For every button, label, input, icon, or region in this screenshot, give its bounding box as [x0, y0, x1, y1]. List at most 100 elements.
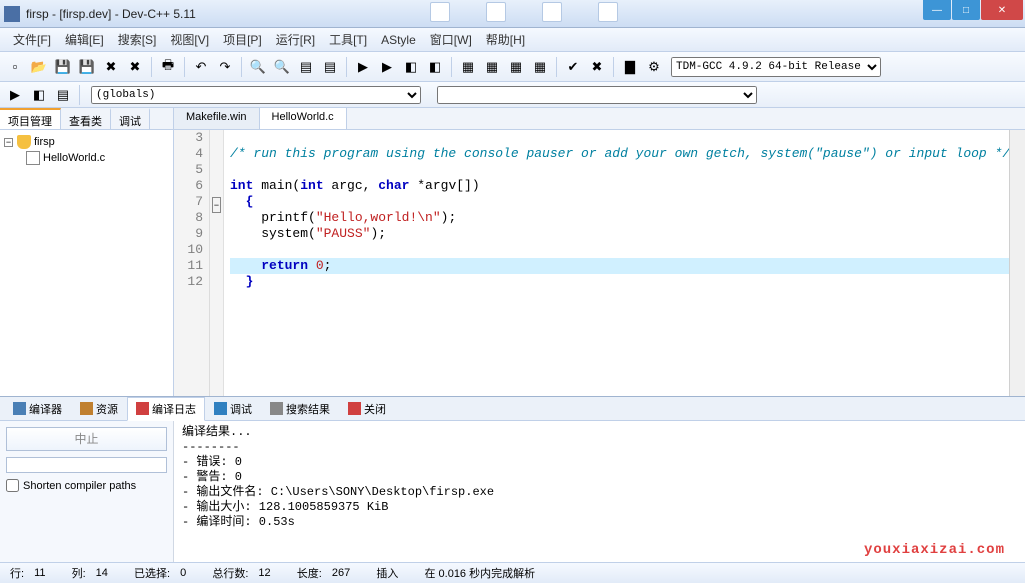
left-tab[interactable]: 查看类 — [61, 108, 111, 129]
scope-select[interactable]: (globals) — [91, 86, 421, 104]
project-icon — [17, 135, 31, 149]
code-editor[interactable]: 3456789101112 − /* run this program usin… — [174, 130, 1025, 396]
toolbar-scope: ▶ ◧ ▤ (globals) — [0, 82, 1025, 108]
project-name: firsp — [34, 136, 55, 148]
check-icon[interactable]: ✔ — [562, 56, 584, 78]
scope-icon-3[interactable]: ▤ — [52, 84, 74, 106]
tab-icon — [80, 402, 93, 415]
app-icon — [4, 6, 20, 22]
shorten-checkbox-input[interactable] — [6, 479, 19, 492]
redo-icon[interactable]: ↷ — [214, 56, 236, 78]
bottom-tab[interactable]: 关闭 — [339, 397, 395, 421]
clean-icon[interactable]: ▦ — [529, 56, 551, 78]
debug-icon[interactable]: ▦ — [457, 56, 479, 78]
scrollbar-vertical[interactable] — [1009, 130, 1025, 396]
chart-icon[interactable]: ▇ — [619, 56, 641, 78]
scope-icon-1[interactable]: ▶ — [4, 84, 26, 106]
bottom-panel: 编译器资源编译日志调试搜索结果关闭 中止 Shorten compiler pa… — [0, 396, 1025, 562]
status-line: 11 — [30, 567, 49, 579]
menu-item[interactable]: 窗口[W] — [423, 31, 479, 48]
title-icon-3[interactable] — [542, 2, 562, 22]
menu-item[interactable]: 项目[P] — [216, 31, 269, 48]
find-icon[interactable]: 🔍 — [247, 56, 269, 78]
editor-tab[interactable]: Makefile.win — [174, 108, 260, 129]
bottom-tab[interactable]: 调试 — [205, 397, 261, 421]
rebuild-icon[interactable]: ◧ — [424, 56, 446, 78]
watermark: youxiaxizai.com — [864, 543, 1005, 558]
code-content[interactable]: /* run this program using the console pa… — [224, 130, 1025, 396]
menu-item[interactable]: 工具[T] — [322, 31, 374, 48]
status-parse: 在 0.016 秒内完成解析 — [420, 565, 539, 581]
print-icon[interactable]: 🖶 — [157, 56, 179, 78]
stop-icon[interactable]: ▦ — [481, 56, 503, 78]
menu-item[interactable]: AStyle — [374, 33, 423, 47]
close-file-icon[interactable]: ✖ — [100, 56, 122, 78]
member-select[interactable] — [437, 86, 757, 104]
project-tree: − firsp HelloWorld.c — [0, 130, 173, 396]
title-icon-1[interactable] — [430, 2, 450, 22]
menubar: 文件[F]编辑[E]搜索[S]视图[V]项目[P]运行[R]工具[T]AStyl… — [0, 28, 1025, 52]
scope-icon-2[interactable]: ◧ — [28, 84, 50, 106]
save-all-icon[interactable]: 💾 — [76, 56, 98, 78]
status-len: 267 — [328, 567, 354, 579]
status-col: 14 — [92, 567, 112, 579]
left-tab[interactable]: 调试 — [111, 108, 150, 129]
menu-item[interactable]: 帮助[H] — [479, 31, 532, 48]
close-all-icon[interactable]: ✖ — [124, 56, 146, 78]
project-root[interactable]: − firsp — [4, 134, 169, 150]
compile-controls: 中止 Shorten compiler paths — [0, 421, 174, 562]
undo-icon[interactable]: ↶ — [190, 56, 212, 78]
title-icon-2[interactable] — [486, 2, 506, 22]
status-sel: 0 — [176, 567, 190, 579]
gear-icon[interactable]: ⚙ — [643, 56, 665, 78]
menu-item[interactable]: 视图[V] — [163, 31, 216, 48]
title-extra-icons — [430, 2, 618, 22]
statusbar: 行: 11 列: 14 已选择: 0 总行数: 12 长度: 267 插入 在 … — [0, 562, 1025, 583]
status-col-label: 列: — [68, 565, 90, 581]
bottom-tab[interactable]: 编译器 — [4, 397, 71, 421]
compile-icon[interactable]: ▶ — [352, 56, 374, 78]
open-icon[interactable]: 📂 — [28, 56, 50, 78]
goto-icon[interactable]: ▤ — [319, 56, 341, 78]
editor-tab[interactable]: HelloWorld.c — [260, 108, 347, 129]
editor-area: Makefile.winHelloWorld.c 3456789101112 −… — [174, 108, 1025, 396]
stop-button[interactable]: 中止 — [6, 427, 167, 451]
menu-item[interactable]: 文件[F] — [6, 31, 58, 48]
close-button[interactable]: ✕ — [981, 0, 1023, 20]
save-icon[interactable]: 💾 — [52, 56, 74, 78]
bottom-tab[interactable]: 编译日志 — [127, 397, 205, 421]
tab-icon — [348, 402, 361, 415]
file-icon — [26, 151, 40, 165]
title-icon-4[interactable] — [598, 2, 618, 22]
find-files-icon[interactable]: ▤ — [295, 56, 317, 78]
status-len-label: 长度: — [293, 565, 326, 581]
maximize-button[interactable]: □ — [952, 0, 980, 20]
bottom-tab[interactable]: 搜索结果 — [261, 397, 339, 421]
tab-icon — [136, 402, 149, 415]
menu-item[interactable]: 编辑[E] — [58, 31, 111, 48]
menu-item[interactable]: 运行[R] — [269, 31, 322, 48]
file-name: HelloWorld.c — [43, 152, 105, 164]
titlebar: firsp - [firsp.dev] - Dev-C++ 5.11 — □ ✕ — [0, 0, 1025, 28]
replace-icon[interactable]: 🔍 — [271, 56, 293, 78]
project-file[interactable]: HelloWorld.c — [4, 150, 169, 166]
tab-icon — [13, 402, 26, 415]
x-icon[interactable]: ✖ — [586, 56, 608, 78]
compile-log-output[interactable]: 编译结果... --------- 错误: 0- 警告: 0- 输出文件名: C… — [174, 421, 1025, 562]
compile-run-icon[interactable]: ◧ — [400, 56, 422, 78]
collapse-icon[interactable]: − — [4, 138, 13, 147]
status-sel-label: 已选择: — [130, 565, 174, 581]
shorten-paths-checkbox[interactable]: Shorten compiler paths — [6, 479, 167, 492]
bottom-tab[interactable]: 资源 — [71, 397, 127, 421]
new-file-icon[interactable]: ▫ — [4, 56, 26, 78]
profile-icon[interactable]: ▦ — [505, 56, 527, 78]
left-tab[interactable]: 项目管理 — [0, 108, 61, 129]
minimize-button[interactable]: — — [923, 0, 951, 20]
bottom-tabs: 编译器资源编译日志调试搜索结果关闭 — [0, 397, 1025, 421]
status-total: 12 — [254, 567, 274, 579]
status-insert: 插入 — [372, 565, 402, 581]
compiler-select[interactable]: TDM-GCC 4.9.2 64-bit Release — [671, 57, 881, 77]
progress-bar — [6, 457, 167, 473]
run-icon[interactable]: ▶ — [376, 56, 398, 78]
menu-item[interactable]: 搜索[S] — [111, 31, 164, 48]
